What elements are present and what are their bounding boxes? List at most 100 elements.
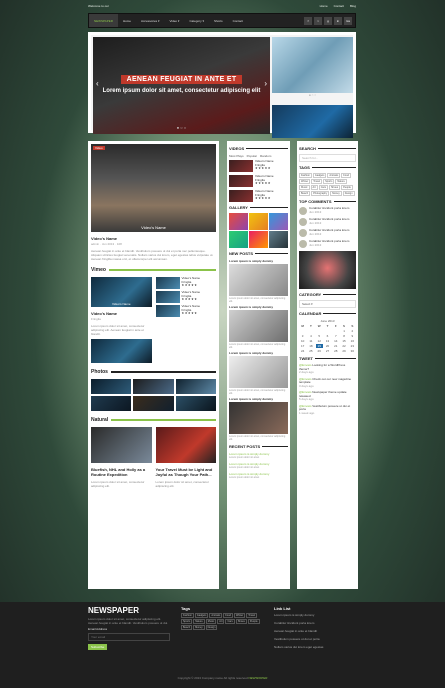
calendar-date[interactable]: 11 xyxy=(307,339,314,343)
google-plus-icon[interactable]: g xyxy=(324,16,332,25)
calendar-date[interactable]: 9 xyxy=(349,334,356,338)
calendar-date[interactable]: 27 xyxy=(324,349,331,353)
tag-item[interactable]: Design xyxy=(342,191,355,196)
vimeo-thumb-2[interactable] xyxy=(91,339,152,363)
new-post-title[interactable]: Lorem ipsum is simply dummy xyxy=(229,397,288,401)
vimeo-big-thumb[interactable]: Video's Name xyxy=(91,277,152,307)
tag-item[interactable]: Winter xyxy=(299,179,311,184)
gallery-thumb[interactable] xyxy=(269,231,288,248)
video-item[interactable]: Video's Name Fringlia ★★★★★ xyxy=(229,159,288,172)
new-post-image[interactable] xyxy=(229,356,288,388)
tag-item[interactable]: Animals xyxy=(327,173,341,178)
gallery-thumb[interactable] xyxy=(269,213,288,230)
natural-post-title[interactable]: Your Travel Must be Light and Joyful as … xyxy=(156,467,217,477)
comment-item[interactable]: Curabitur tincidunt porta lorem Jun 2013 xyxy=(299,239,356,248)
photo-thumb[interactable] xyxy=(91,379,132,394)
photo-thumb[interactable] xyxy=(91,396,132,411)
calendar-date[interactable]: 16 xyxy=(349,339,356,343)
tag-item[interactable]: Travel xyxy=(311,179,323,184)
post-title[interactable]: Video's Name xyxy=(91,236,216,241)
featured-thumb-plane[interactable] xyxy=(272,37,353,93)
footer-link[interactable]: Nullam varius dui lorem eget egestas xyxy=(274,645,356,649)
tag-item[interactable]: Sports xyxy=(323,179,335,184)
calendar-date[interactable]: 18 xyxy=(307,344,314,348)
rss-icon[interactable]: rss xyxy=(344,16,352,25)
footer-link[interactable]: Curabitur tincidunt porta lorem xyxy=(274,621,356,625)
slider-title[interactable]: AENEAN FEUGIAT IN ANTE ET xyxy=(120,75,243,84)
calendar-date[interactable]: 15 xyxy=(340,339,347,343)
tag-item[interactable]: Music xyxy=(299,185,310,190)
calendar-date[interactable]: 4 xyxy=(307,334,314,338)
video-item[interactable]: Video's Name Fringlia ★★★★★ xyxy=(229,174,288,187)
tag-item[interactable]: Nature xyxy=(335,179,347,184)
calendar-date[interactable]: 23 xyxy=(349,344,356,348)
nav-item-video[interactable]: Video ▾ xyxy=(164,14,184,27)
calendar-date[interactable]: 7 xyxy=(332,334,339,338)
tag-item[interactable]: Money xyxy=(330,191,342,196)
calendar-date[interactable]: 26 xyxy=(316,349,323,353)
tag-item[interactable]: Food xyxy=(341,173,351,178)
tag-item[interactable]: Art xyxy=(310,185,318,190)
footer-tag[interactable]: Gadgets xyxy=(194,613,209,618)
tag-item[interactable]: People xyxy=(341,185,353,190)
vimeo-list-item[interactable]: Video's Name Fringlia ★★★★★ xyxy=(155,304,217,317)
photo-thumb[interactable] xyxy=(133,396,174,411)
footer-tag[interactable]: Travel xyxy=(246,613,258,618)
main-slider[interactable]: ‹ › AENEAN FEUGIAT IN ANTE ET Lorem ipsu… xyxy=(93,37,270,134)
natural-post-image[interactable] xyxy=(155,427,216,463)
calendar-date[interactable]: 25 xyxy=(307,349,314,353)
thumb-dots[interactable]: ● ○ ○ xyxy=(272,93,353,99)
footer-tag[interactable]: Winter xyxy=(233,613,246,618)
sidebar-ad-image[interactable] xyxy=(299,251,356,289)
tab-popular[interactable]: Popular xyxy=(247,154,257,158)
nav-item-brand[interactable]: NEWSPAPER xyxy=(89,14,118,27)
calendar-date[interactable]: 14 xyxy=(332,339,339,343)
footer-tag[interactable]: Cars xyxy=(225,619,235,624)
comment-item[interactable]: Curabitur tincidunt porta lorem Jun 2013 xyxy=(299,206,356,215)
nav-item-home[interactable]: Home xyxy=(118,14,136,27)
calendar-date[interactable]: 10 xyxy=(299,339,306,343)
tag-item[interactable]: Beach xyxy=(299,191,311,196)
natural-post-image[interactable] xyxy=(91,427,152,463)
footer-link[interactable]: Vestibulum posuere ut dui et porta xyxy=(274,637,356,641)
category-select[interactable]: Select ▾ xyxy=(299,300,356,308)
top-link-blog[interactable]: Blog xyxy=(350,4,356,8)
calendar-date[interactable]: 3 xyxy=(299,334,306,338)
new-post-title[interactable]: Lorem ipsum is simply dummy xyxy=(229,351,288,355)
tag-item[interactable]: Gadgets xyxy=(312,173,327,178)
calendar-date[interactable]: 20 xyxy=(324,344,331,348)
video-item[interactable]: Video's Name Fringlia ★★★★★ xyxy=(229,189,288,202)
new-post-image[interactable] xyxy=(229,310,288,342)
linkedin-icon[interactable]: in xyxy=(334,16,342,25)
nav-item-accessories[interactable]: Accessories ▾ xyxy=(136,14,165,27)
vimeo-list-item[interactable]: Video's Name Fringlia ★★★★★ xyxy=(155,276,217,289)
nav-item-category[interactable]: Category ▾ xyxy=(184,14,209,27)
top-link-home[interactable]: Home xyxy=(320,4,328,8)
calendar-date[interactable]: 8 xyxy=(340,334,347,338)
tag-item[interactable]: Fashion xyxy=(299,173,312,178)
footer-tag[interactable]: Art xyxy=(217,619,225,624)
email-field[interactable]: Your email xyxy=(88,633,170,641)
natural-post-title[interactable]: Bluefish, NHL and Holly as a Routine Exp… xyxy=(91,467,152,477)
footer-tag[interactable]: Fashion xyxy=(181,613,194,618)
footer-tag[interactable]: Sports xyxy=(181,619,193,624)
photo-thumb[interactable] xyxy=(175,379,216,394)
footer-tag[interactable]: Shoes xyxy=(235,619,247,624)
footer-link[interactable]: Lorem ipsum is simply dummy xyxy=(274,613,356,617)
tag-item[interactable]: Photography xyxy=(311,191,330,196)
footer-tag[interactable]: Nature xyxy=(193,619,205,624)
calendar-date[interactable]: 12 xyxy=(316,339,323,343)
copyright-brand[interactable]: NEWSPAPER xyxy=(248,676,267,680)
calendar-date[interactable]: 6 xyxy=(324,334,331,338)
calendar-date[interactable]: 5 xyxy=(316,334,323,338)
gallery-thumb[interactable] xyxy=(229,213,248,230)
vimeo-list-item[interactable]: Video's Name Fringlia ★★★★★ xyxy=(155,290,217,303)
footer-link[interactable]: Aenean feugiat in ante et blandit xyxy=(274,629,356,633)
comment-item[interactable]: Curabitur tincidunt porta lorem Jun 2013 xyxy=(299,228,356,237)
footer-tag[interactable]: Animals xyxy=(209,613,223,618)
new-post-title[interactable]: Lorem ipsum is simply dummy xyxy=(229,305,288,309)
photo-thumb[interactable] xyxy=(175,396,216,411)
new-post-title[interactable]: Lorem ipsum is simply dummy xyxy=(229,259,288,263)
gallery-thumb[interactable] xyxy=(249,213,268,230)
photo-thumb[interactable] xyxy=(133,379,174,394)
